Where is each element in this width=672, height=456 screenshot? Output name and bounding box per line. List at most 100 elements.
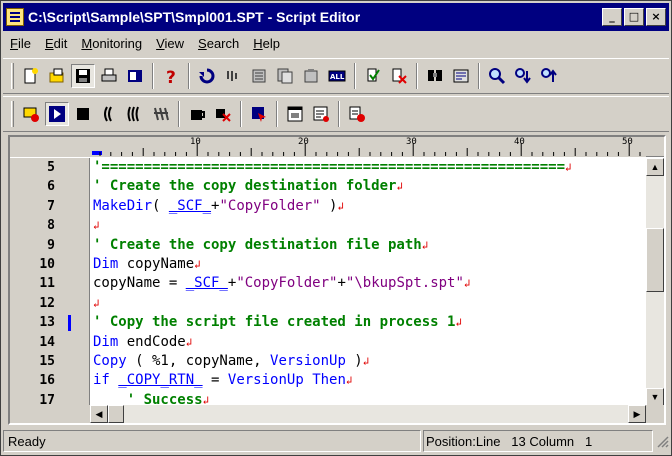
main-toolbar: ? ALL [3,58,669,94]
help-icon[interactable]: ? [159,64,183,88]
copy-block-icon[interactable] [273,64,297,88]
code-line[interactable]: MakeDir( _SCF_+"CopyFolder" )↲ [92,197,646,216]
step-icon[interactable] [97,102,121,126]
line-number[interactable]: 5 [10,158,89,177]
line-number[interactable]: 8 [10,216,89,235]
redo-icon[interactable] [221,64,245,88]
end-of-line-mark: ↲ [194,257,201,271]
code-token: ' Create the copy destination file path [93,236,422,253]
menu-search[interactable]: Search [191,34,246,54]
new-script-icon[interactable] [19,64,43,88]
code-area[interactable]: '=======================================… [92,158,646,406]
end-of-line-mark: ↲ [345,374,353,388]
close-button[interactable]: × [646,8,666,26]
scroll-up-icon[interactable]: ▲ [646,158,664,176]
vertical-scrollbar[interactable]: ▲ ▼ [646,158,664,406]
menu-file[interactable]: File [3,34,38,54]
line-number[interactable]: 12 [10,294,89,313]
resize-grip-icon[interactable] [655,434,669,448]
find-prev-icon[interactable] [537,64,561,88]
properties-icon[interactable] [123,64,147,88]
code-token: _COPY_RTN_ [118,372,203,389]
line-number[interactable]: 7 [10,197,89,216]
code-token: copyName = [93,275,186,292]
find-next-icon[interactable] [511,64,535,88]
code-line[interactable]: if _COPY_RTN_ = VersionUp Then↲ [92,371,646,390]
code-line[interactable]: ↲ [92,294,646,313]
line-number[interactable]: 10 [10,255,89,274]
replace-icon[interactable] [449,64,473,88]
menu-edit[interactable]: Edit [38,34,74,54]
select-all-icon[interactable]: ALL [325,64,349,88]
code-token: = [202,372,228,389]
debug-icon[interactable] [345,102,369,126]
end-of-line-mark: ↲ [93,219,100,233]
toolbar-grip[interactable] [11,101,14,127]
code-line[interactable]: '=======================================… [92,158,646,177]
menu-help[interactable]: Help [246,34,287,54]
menu-monitoring[interactable]: Monitoring [74,34,149,54]
horizontal-scrollbar[interactable]: ◀ ▶ [90,405,646,423]
code-token: VersionUp [270,352,346,369]
clear-watch-icon[interactable] [211,102,235,126]
zoom-icon[interactable] [485,64,509,88]
open-icon[interactable] [45,64,69,88]
code-token: copyName [118,255,195,272]
code-token: Then [312,372,346,389]
step-over-icon[interactable] [123,102,147,126]
code-line[interactable]: ' Copy the script file created in proces… [92,313,646,332]
trace-icon[interactable] [247,102,271,126]
line-number[interactable]: 16 [10,371,89,390]
ruler-label: 20 [298,137,309,147]
minimize-button[interactable]: _ [602,8,622,26]
line-number-gutter[interactable]: 5 6 7 8 9 10 11 12 13 14 15 16 17 [10,158,90,406]
code-token: MakeDir [93,197,153,214]
watch-icon[interactable] [185,102,209,126]
scroll-left-icon[interactable]: ◀ [90,405,108,423]
end-of-line-mark: ↲ [396,180,404,194]
toolbar-separator [188,63,190,89]
check-syntax-icon[interactable] [361,64,385,88]
line-number[interactable]: 6 [10,177,89,196]
line-number[interactable]: 11 [10,274,89,293]
breakpoint-icon[interactable] [149,102,173,126]
cursor-position: Position:Line 13 Column 1 [423,430,653,452]
line-number[interactable]: 14 [10,333,89,352]
line-number[interactable]: 17 [10,391,89,406]
ruler-label: 40 [514,137,525,147]
vertical-scroll-thumb[interactable] [646,228,664,292]
code-token: "CopyFolder" [236,275,338,292]
print-icon[interactable] [97,64,121,88]
code-line[interactable]: ' Create the copy destination file path↲ [92,236,646,255]
save-icon[interactable] [71,64,95,88]
scroll-right-icon[interactable]: ▶ [628,405,646,423]
code-line[interactable]: copyName = _SCF_+"CopyFolder"+"\bkupSpt.… [92,274,646,293]
stop-icon[interactable] [71,102,95,126]
run-icon[interactable] [45,102,69,126]
script-editor-app-icon[interactable] [6,8,24,26]
toolbar-separator [478,63,480,89]
monitor-icon[interactable] [19,102,43,126]
code-line[interactable]: Copy ( %1, copyName, VersionUp )↲ [92,352,646,371]
horizontal-scroll-thumb[interactable] [108,405,124,423]
window-icon[interactable] [283,102,307,126]
code-line[interactable]: ↲ [92,216,646,235]
undo-icon[interactable] [195,64,219,88]
find-icon[interactable] [423,64,447,88]
clear-check-icon[interactable] [387,64,411,88]
list-window-icon[interactable] [309,102,333,126]
code-line[interactable]: ' Success↲ [92,391,646,406]
title-bar[interactable]: C:\Script\Sample\SPT\Smpl001.SPT - Scrip… [3,3,669,31]
line-number[interactable]: 13 [10,313,89,332]
paste-block-icon[interactable] [247,64,271,88]
code-line[interactable]: Dim copyName↲ [92,255,646,274]
code-line[interactable]: Dim endCode↲ [92,333,646,352]
code-line[interactable]: ' Create the copy destination folder↲ [92,177,646,196]
line-number[interactable]: 9 [10,236,89,255]
delete-block-icon[interactable] [299,64,323,88]
menu-view[interactable]: View [149,34,191,54]
line-number[interactable]: 15 [10,352,89,371]
scroll-down-icon[interactable]: ▼ [646,388,664,406]
toolbar-grip[interactable] [11,63,14,89]
maximize-button[interactable]: □ [624,8,644,26]
